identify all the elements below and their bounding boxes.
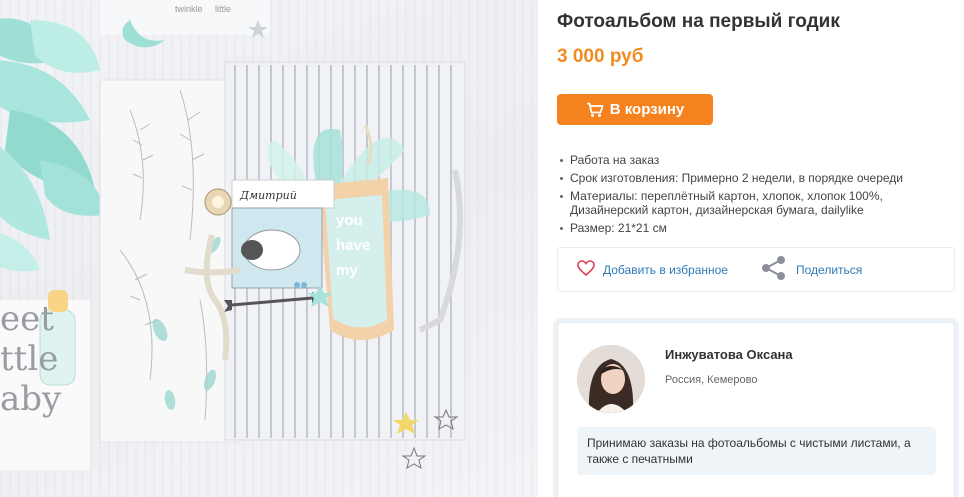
product-title: Фотоальбом на первый годик: [557, 11, 840, 32]
seller-name[interactable]: Инжуватова Оксана: [665, 347, 793, 362]
svg-text:Дмитрий: Дмитрий: [239, 189, 297, 202]
svg-text:aby: aby: [0, 379, 62, 419]
moon-card-decoration: twinkle little: [100, 0, 270, 48]
svg-text:little: little: [215, 4, 231, 14]
spec-item-size: Размер: 21*21 см: [557, 221, 952, 235]
baby-bottle-card: eet ttle aby: [0, 290, 90, 470]
share-link[interactable]: Поделиться: [760, 248, 862, 291]
seller-location: Россия, Кемерово: [665, 374, 758, 386]
seller-avatar[interactable]: [577, 345, 645, 413]
svg-text:eet: eet: [0, 299, 54, 339]
svg-text:have: have: [336, 237, 370, 254]
share-label: Поделиться: [796, 262, 863, 277]
product-actions-bar: Добавить в избранное Поделиться: [557, 247, 955, 292]
spec-item-production-time: Срок изготовления: Примерно 2 недели, в …: [557, 171, 952, 185]
product-photo[interactable]: twinkle little you have my Дмитрий eet t…: [0, 0, 538, 497]
svg-text:ttle: ttle: [0, 339, 58, 379]
seller-card: Инжуватова Оксана Россия, Кемерово Прини…: [557, 322, 955, 497]
shopping-cart-icon: [586, 102, 604, 118]
add-to-favorites-link[interactable]: Добавить в избранное: [577, 248, 728, 291]
add-to-cart-label: В корзину: [609, 101, 685, 118]
heart-icon: [577, 260, 595, 279]
spec-item-materials: Материалы: переплётный картон, хлопок, х…: [557, 189, 952, 217]
seller-note: Принимаю заказы на фотоальбомы с чистыми…: [577, 427, 936, 475]
spec-item-made-to-order: Работа на заказ: [557, 153, 952, 167]
product-price: 3 000 руб: [557, 46, 644, 67]
product-specs-list: Работа на заказ Срок изготовления: Приме…: [557, 153, 952, 239]
svg-text:my: my: [336, 262, 358, 279]
svg-text:you: you: [336, 212, 363, 229]
share-icon: [760, 255, 788, 284]
album-illustration: twinkle little you have my Дмитрий eet t…: [0, 0, 466, 470]
svg-text:twinkle: twinkle: [175, 4, 203, 14]
add-to-favorites-label: Добавить в избранное: [603, 262, 728, 277]
mint-leaves-decoration: [0, 18, 105, 272]
add-to-cart-button[interactable]: В корзину: [557, 94, 713, 125]
